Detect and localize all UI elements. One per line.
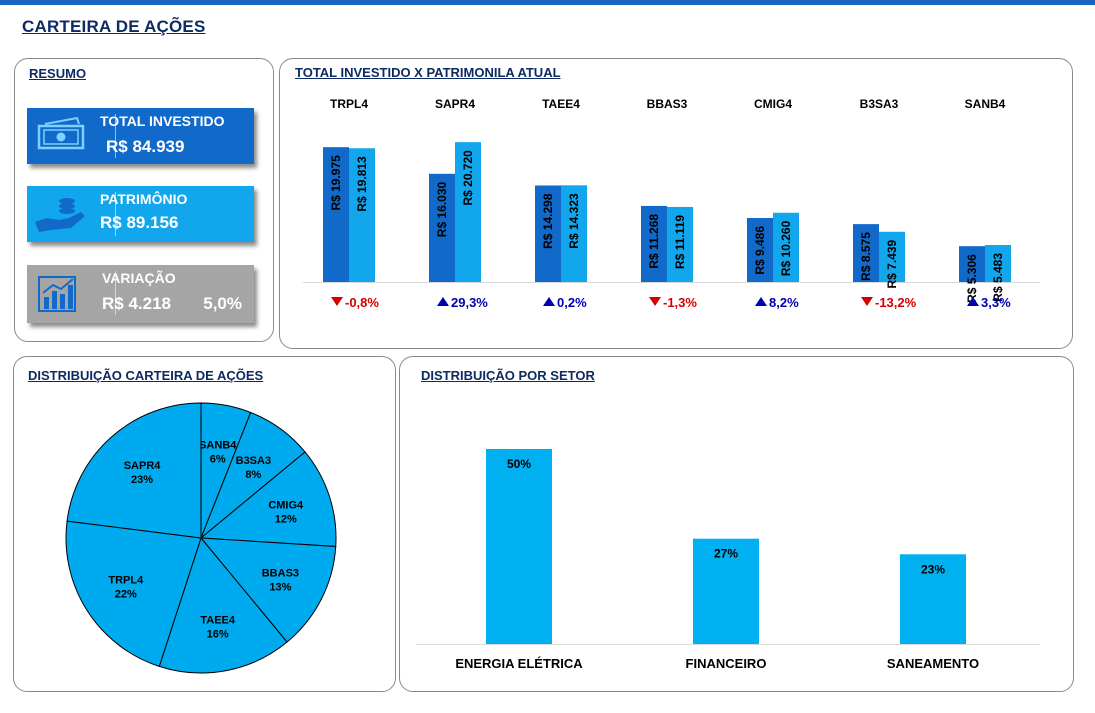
variation-text: 29,3% bbox=[451, 295, 488, 310]
variation-label: -13,2% bbox=[861, 295, 917, 310]
down-arrow-icon bbox=[331, 297, 343, 306]
bar-value-label: R$ 7.439 bbox=[885, 239, 899, 288]
invested-vs-current-title: TOTAL INVESTIDO X PATRIMONILA ATUAL bbox=[295, 65, 561, 80]
pie-label: B3SA3 bbox=[236, 455, 271, 467]
variation-text: -13,2% bbox=[875, 295, 917, 310]
bar-value-label: R$ 20.720 bbox=[461, 150, 475, 206]
bar-value-label: R$ 9.486 bbox=[753, 226, 767, 275]
resumo-title: RESUMO bbox=[29, 66, 87, 81]
bar-value-label: R$ 10.260 bbox=[779, 220, 793, 276]
pie-percent-label: 22% bbox=[115, 589, 137, 601]
variation-text: -0,8% bbox=[345, 295, 379, 310]
up-arrow-icon bbox=[543, 297, 555, 306]
invested-vs-current-chart: TRPL4 R$ 19.975 R$ 19.813 -0,8% SAPR4 R$ 16.0… bbox=[303, 97, 1040, 310]
category-label: CMIG4 bbox=[754, 97, 792, 111]
bar-value-label: R$ 11.268 bbox=[647, 214, 661, 269]
sector-bar bbox=[486, 448, 552, 644]
portfolio-distribution-title: DISTRIBUIÇÃO CARTEIRA DE AÇÕES bbox=[28, 368, 264, 383]
category-label: SAPR4 bbox=[435, 97, 475, 111]
pie-percent-label: 16% bbox=[207, 629, 229, 641]
variation-text: 0,2% bbox=[557, 295, 587, 310]
sector-category-label: FINANCEIRO bbox=[686, 656, 767, 671]
sector-category-label: SANEAMENTO bbox=[887, 656, 979, 671]
category-label: TAEE4 bbox=[542, 97, 580, 111]
up-arrow-icon bbox=[755, 297, 767, 306]
category-label: BBAS3 bbox=[647, 97, 688, 111]
top-accent-bar bbox=[0, 0, 1095, 5]
bar-value-label: R$ 5.306 bbox=[965, 254, 979, 303]
pie-label: TRPL4 bbox=[108, 575, 144, 587]
variation-text: -1,3% bbox=[663, 295, 697, 310]
sector-distribution-title: DISTRIBUIÇÃO POR SETOR bbox=[421, 368, 595, 383]
pie-percent-label: 12% bbox=[275, 513, 297, 525]
sector-distribution-chart: 50% ENERGIA ELÉTRICA 27% FINANCEIRO 23% SANEA… bbox=[416, 448, 1040, 671]
money-icon bbox=[33, 114, 89, 158]
sector-value-label: 23% bbox=[921, 562, 945, 576]
bar-value-label: R$ 19.813 bbox=[355, 156, 369, 212]
category-label: SANB4 bbox=[965, 97, 1006, 111]
pie-label: TAEE4 bbox=[200, 615, 236, 627]
variation-label: 0,2% bbox=[543, 295, 587, 310]
pie-percent-label: 8% bbox=[245, 469, 261, 481]
bar-chart-icon bbox=[33, 271, 89, 315]
bar-value-label: R$ 11.119 bbox=[673, 215, 687, 269]
pie-label: CMIG4 bbox=[268, 499, 304, 511]
sector-value-label: 50% bbox=[507, 457, 531, 471]
category-label: B3SA3 bbox=[860, 97, 899, 111]
pie-label: BBAS3 bbox=[262, 567, 299, 579]
bar-value-label: R$ 19.975 bbox=[329, 155, 343, 211]
variation-label: -0,8% bbox=[331, 295, 379, 310]
variation-text: 3,3% bbox=[981, 295, 1011, 310]
sector-value-label: 27% bbox=[714, 547, 738, 561]
variation-text: 8,2% bbox=[769, 295, 799, 310]
category-label: TRPL4 bbox=[330, 97, 368, 111]
bar-value-label: R$ 16.030 bbox=[435, 181, 449, 237]
bar-value-label: R$ 8.575 bbox=[859, 232, 873, 281]
pie-percent-label: 6% bbox=[210, 453, 226, 465]
patrimonio-card: PATRIMÔNIO R$ 89.156 bbox=[27, 186, 254, 242]
card-value: R$ 4.218 bbox=[102, 294, 171, 313]
variation-label: 8,2% bbox=[755, 295, 799, 310]
bar-value-label: R$ 14.298 bbox=[541, 193, 555, 249]
card-percent: 5,0% bbox=[203, 294, 242, 313]
pie-label: SAPR4 bbox=[124, 460, 162, 472]
card-value: R$ 84.939 bbox=[106, 137, 185, 156]
card-label: VARIAÇÃO bbox=[102, 270, 176, 286]
pie-percent-label: 13% bbox=[269, 581, 291, 593]
portfolio-distribution-chart: SANB4 6% B3SA3 8% CMIG4 12% BBAS3 13% TAEE4 16% TR… bbox=[65, 402, 337, 674]
down-arrow-icon bbox=[649, 297, 661, 306]
down-arrow-icon bbox=[861, 297, 873, 306]
variacao-card: VARIAÇÃO R$ 4.218 5,0% bbox=[27, 265, 254, 323]
up-arrow-icon bbox=[437, 297, 449, 306]
pie-label: SANB4 bbox=[199, 439, 237, 451]
variation-label: -1,3% bbox=[649, 295, 697, 310]
bar-value-label: R$ 14.323 bbox=[567, 193, 581, 249]
sector-category-label: ENERGIA ELÉTRICA bbox=[455, 656, 583, 671]
pie-percent-label: 23% bbox=[131, 474, 153, 486]
total-investido-card: TOTAL INVESTIDO R$ 84.939 bbox=[27, 108, 254, 164]
hand-coins-icon bbox=[33, 192, 89, 236]
page-title: CARTEIRA DE AÇÕES bbox=[22, 17, 206, 36]
variation-label: 29,3% bbox=[437, 295, 488, 310]
card-label: PATRIMÔNIO bbox=[100, 191, 188, 207]
card-label: TOTAL INVESTIDO bbox=[100, 113, 225, 129]
card-value: R$ 89.156 bbox=[100, 213, 179, 232]
